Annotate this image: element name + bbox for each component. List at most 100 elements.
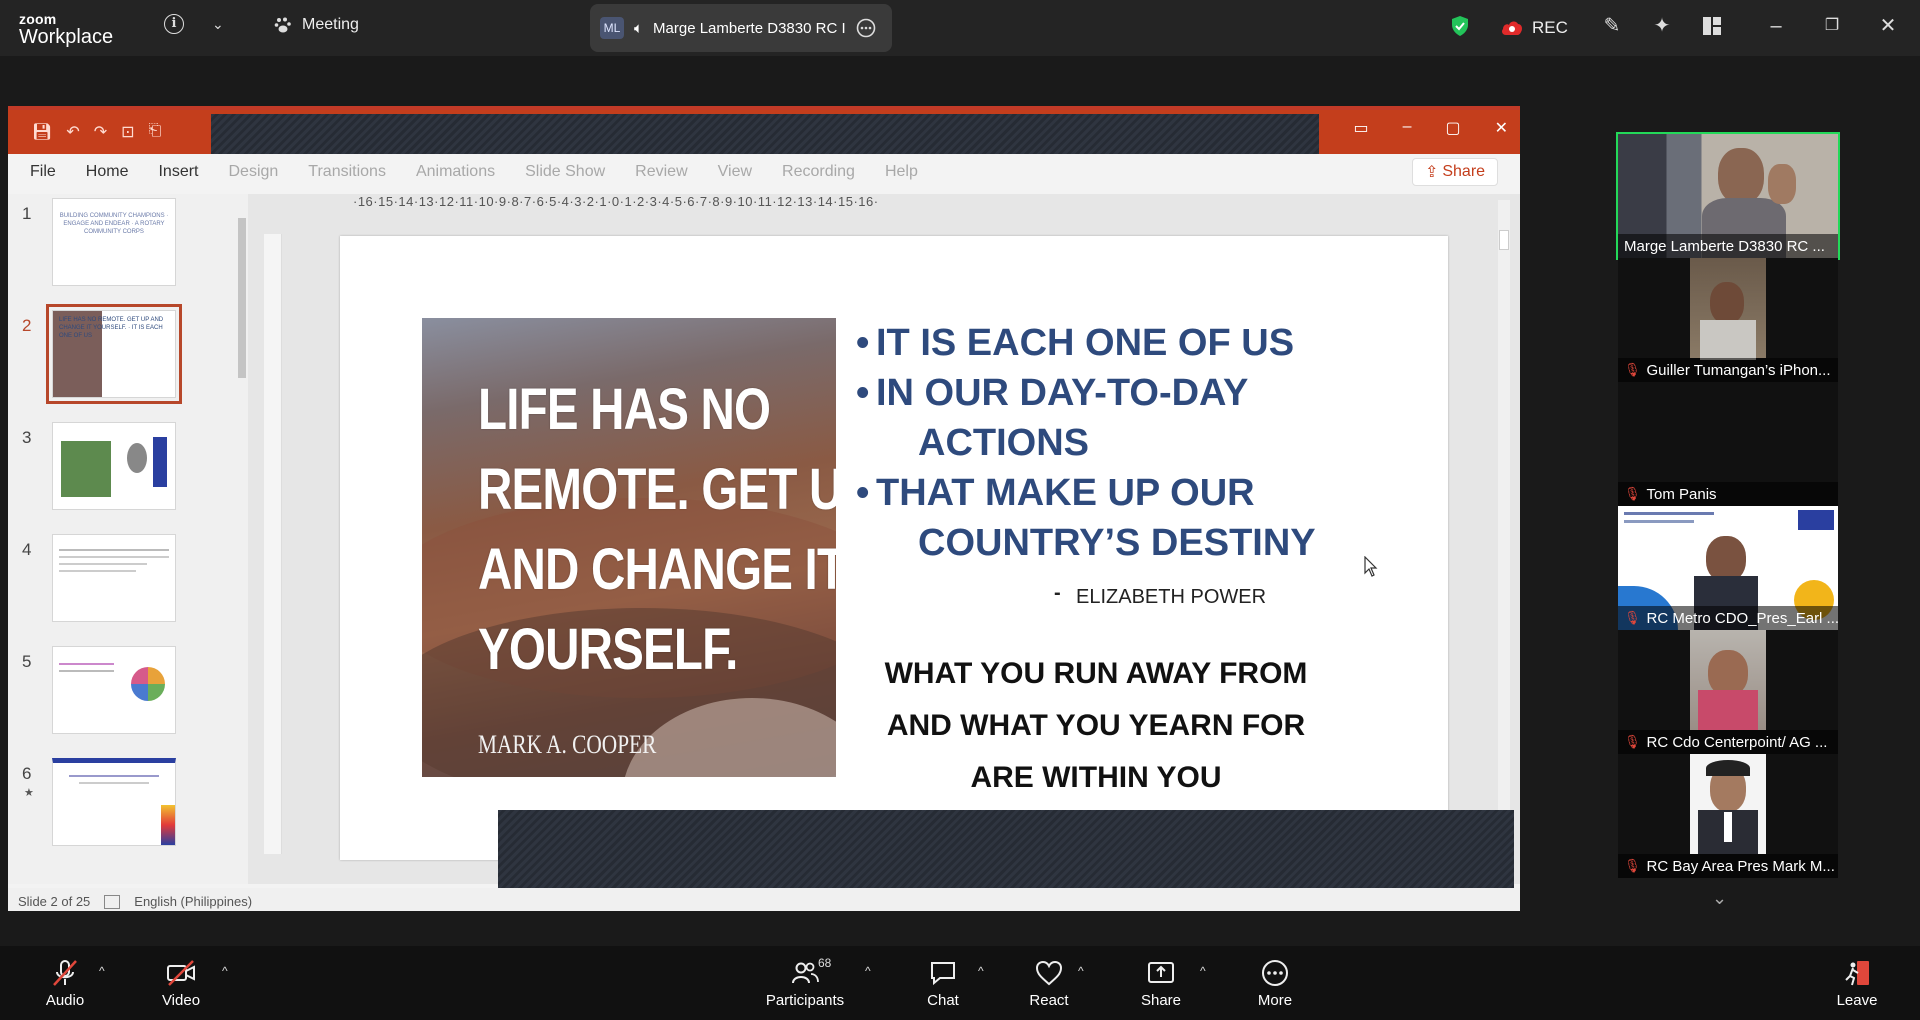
ppt-restore-icon[interactable]: ▢ — [1445, 118, 1460, 138]
slide-thumbnail-pane[interactable]: 1 BUILDING COMMUNITY CHAMPIONS · ENGAGE … — [8, 194, 248, 884]
participant-video — [1690, 258, 1766, 360]
shared-screen-tab[interactable]: ML 🔈︎ Marge Lamberte D3830 RC I — [590, 4, 892, 52]
participant-name: Guiller Tumangan’s iPhon... — [1646, 361, 1831, 379]
ppt-share-button[interactable]: ⇪ Share — [1412, 158, 1498, 186]
animation-star-icon: ★ — [24, 787, 34, 799]
tab-view[interactable]: View — [718, 163, 752, 181]
video-tile[interactable]: 🎙︎ RC Bay Area Pres Mark M... — [1618, 754, 1838, 878]
bullet-continuation: COUNTRY’S DESTINY — [918, 522, 1316, 564]
thumbnail-item[interactable]: 4 — [8, 534, 228, 624]
bullet-item: IT IS EACH ONE OF US — [856, 318, 1416, 368]
participants-icon — [792, 962, 819, 984]
more-button[interactable]: More — [1230, 958, 1320, 1009]
mic-muted-icon: 🎙︎ — [1624, 610, 1641, 625]
tab-insert[interactable]: Insert — [158, 163, 198, 181]
bullet-list: IT IS EACH ONE OF US IN OUR DAY-TO-DAY A… — [856, 318, 1416, 568]
thumbnail-scrollbar[interactable] — [236, 204, 246, 880]
react-label: React — [1029, 992, 1069, 1009]
thumb-number: 4 — [22, 540, 32, 559]
recording-indicator[interactable]: REC — [1500, 0, 1568, 56]
video-options-caret-icon[interactable]: ^ — [222, 964, 228, 978]
clipboard-icon[interactable]: ⎗ — [149, 122, 162, 142]
tab-slide-show[interactable]: Slide Show — [525, 163, 605, 181]
closing-line: WHAT YOU RUN AWAY FROM — [884, 657, 1308, 690]
tile-label: 🎙︎ RC Cdo Centerpoint/ AG ... — [1618, 730, 1838, 754]
undo-icon[interactable]: ↶ — [66, 122, 79, 142]
tab-review[interactable]: Review — [635, 163, 687, 181]
thumbnail-item[interactable]: 5 — [8, 646, 228, 736]
participant-name: Marge Lamberte D3830 RC ... — [1624, 237, 1825, 255]
security-shield-icon[interactable] — [1448, 14, 1472, 38]
minimize-icon[interactable]: – — [1764, 14, 1788, 38]
mic-muted-icon: 🎙︎ — [1624, 486, 1641, 501]
more-icon — [1262, 960, 1288, 986]
language-status[interactable]: English (Philippines) — [134, 894, 252, 909]
ribbon-display-icon[interactable]: ▭ — [1353, 118, 1368, 138]
thumb-number: 1 — [22, 204, 32, 223]
ppt-close-icon[interactable]: ✕ — [1495, 118, 1508, 138]
close-icon[interactable]: ✕ — [1876, 14, 1900, 38]
restore-icon[interactable]: ❐ — [1820, 14, 1844, 38]
video-tile[interactable]: 🎙︎ Guiller Tumangan’s iPhon... — [1618, 258, 1838, 382]
meeting-info-icon[interactable]: i — [164, 14, 184, 34]
tab-animations[interactable]: Animations — [416, 163, 495, 181]
participants-button[interactable]: 68 Participants — [760, 956, 850, 1009]
present-icon[interactable]: ⊡ — [121, 122, 134, 142]
tab-recording[interactable]: Recording — [782, 163, 855, 181]
bullet-item: IN OUR DAY-TO-DAY — [856, 368, 1416, 418]
gallery-scroll-down-icon[interactable]: ⌄ — [1712, 888, 1727, 909]
leave-button[interactable]: Leave — [1812, 958, 1902, 1009]
thumbnail-item[interactable]: 2 LIFE HAS NO REMOTE. GET UP AND CHANGE … — [8, 304, 228, 404]
paw-icon — [274, 17, 291, 33]
slide-canvas[interactable]: LIFE HAS NO REMOTE. GET UP AND CHANGE IT… — [340, 236, 1448, 860]
thumbnail-item[interactable]: 3 — [8, 422, 228, 512]
tab-design[interactable]: Design — [228, 163, 278, 181]
chat-caret-icon[interactable]: ^ — [978, 964, 984, 978]
video-tile[interactable]: 🎙︎ RC Cdo Centerpoint/ AG ... — [1618, 630, 1838, 754]
more-options-icon[interactable] — [856, 18, 876, 38]
thumbnail-item[interactable]: 1 BUILDING COMMUNITY CHAMPIONS · ENGAGE … — [8, 198, 228, 288]
view-layout-icon[interactable] — [1700, 14, 1724, 38]
thumbnail-slide-4 — [52, 534, 176, 622]
ppt-status-bar: Slide 2 of 25 English (Philippines) — [8, 888, 1520, 911]
audio-button[interactable]: Audio — [20, 958, 110, 1009]
chevron-down-icon[interactable]: ⌄ — [212, 16, 224, 33]
thumbnail-item[interactable]: 6 ★ — [8, 758, 228, 848]
slide-counter: Slide 2 of 25 — [18, 894, 91, 909]
speaker-icon: 🔈︎ — [634, 19, 644, 37]
react-caret-icon[interactable]: ^ — [1078, 964, 1084, 978]
ai-sparkle-icon[interactable]: ✦ — [1650, 14, 1674, 38]
participants-caret-icon[interactable]: ^ — [865, 964, 871, 978]
share-screen-button[interactable]: Share — [1116, 958, 1206, 1009]
tab-help[interactable]: Help — [885, 163, 918, 181]
presenter-avatar: ML — [600, 17, 624, 39]
annotate-pen-icon[interactable]: ✎ — [1600, 14, 1624, 38]
video-tile[interactable]: 🎙︎ Tom Panis — [1618, 382, 1838, 506]
redo-icon[interactable]: ↷ — [94, 122, 107, 142]
canvas-scrollbar[interactable] — [1498, 200, 1510, 880]
video-tile[interactable]: Marge Lamberte D3830 RC ... — [1616, 132, 1840, 260]
tab-home[interactable]: Home — [86, 163, 129, 181]
thumbnail-scroll-thumb[interactable] — [238, 218, 246, 378]
share-caret-icon[interactable]: ^ — [1200, 964, 1206, 978]
video-button[interactable]: Video — [136, 958, 226, 1009]
thumb-number: 2 — [22, 316, 32, 335]
tile-label: Marge Lamberte D3830 RC ... — [1618, 234, 1838, 258]
share-label: Share — [1140, 992, 1182, 1009]
save-icon[interactable]: 💾︎ — [32, 122, 52, 142]
video-tile[interactable]: 🎙︎ RC Metro CDO_Pres_Earl ... — [1618, 506, 1838, 630]
canvas-scroll-thumb[interactable] — [1499, 230, 1509, 250]
meeting-menu[interactable]: Meeting — [274, 16, 359, 34]
tab-file[interactable]: File — [30, 163, 56, 181]
tile-label: 🎙︎ RC Bay Area Pres Mark M... — [1618, 854, 1838, 878]
share-screen-icon — [1148, 962, 1174, 983]
quote-line: AND CHANGE IT — [478, 537, 836, 602]
ppt-minimize-icon[interactable]: – — [1403, 118, 1412, 138]
audio-label: Audio — [45, 992, 85, 1009]
chat-button[interactable]: Chat — [898, 958, 988, 1009]
tab-transitions[interactable]: Transitions — [308, 163, 386, 181]
accessibility-icon[interactable] — [104, 894, 121, 909]
meeting-controls: Audio ^ Video ^ 68 Participants ^ Chat ^… — [0, 946, 1920, 1020]
audio-options-caret-icon[interactable]: ^ — [99, 964, 105, 978]
thumb-number: 3 — [22, 428, 32, 447]
